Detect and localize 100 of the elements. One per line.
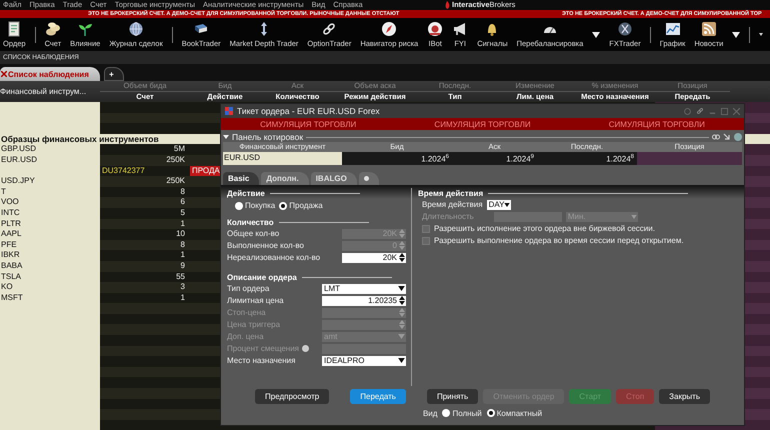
field-label: Место назначения (227, 356, 296, 366)
radio-option[interactable]: Компактный (486, 408, 542, 418)
group-title: Образцы финансовых инструментов (0, 134, 159, 144)
dialog-button[interactable]: Предпросмотр (255, 388, 330, 404)
table-cell: MSFT (0, 292, 100, 304)
dropdown-caret-icon[interactable] (732, 32, 740, 38)
field-label: Стоп-цена (227, 308, 266, 318)
sprout-icon (77, 21, 94, 37)
table-cell: GBP.USD (0, 144, 100, 155)
maximize-icon[interactable] (721, 108, 728, 114)
spinner-arrows-icon (399, 296, 405, 306)
field-label: Лимитная цена (227, 296, 284, 306)
close-icon[interactable] (733, 108, 740, 114)
spinner-arrows-icon (399, 253, 405, 262)
column-header[interactable]: Финансовый инструм... (0, 87, 100, 96)
table-cell-text: 10 (175, 229, 186, 240)
field-label: Общее кол-во (227, 229, 280, 238)
field-label: Длительность (422, 212, 474, 222)
table-cell-text: 5M (172, 144, 186, 155)
table-cell: 1.2024$^{6}$ (342, 152, 452, 165)
table-cell: EUR.USD (0, 154, 100, 166)
table-cell: EUR.USD (223, 152, 342, 165)
table-cell: INTC (0, 208, 100, 219)
table-cell: USD.JPY (0, 176, 100, 187)
table-cell: IBKR (0, 250, 100, 261)
link-icon[interactable] (712, 133, 720, 141)
table-cell: BABA (0, 260, 100, 272)
coins-icon (44, 21, 61, 37)
rss-icon (700, 21, 717, 37)
table-cell: PLTR (0, 218, 100, 230)
table-cell-text: 3 (180, 282, 186, 293)
radio-option[interactable]: Покупка (235, 201, 276, 210)
field-label: Нереализованное кол-во (227, 253, 320, 262)
spinner-field[interactable]: 20K (342, 252, 406, 263)
dialog-button[interactable]: Передать (350, 388, 406, 404)
table-cell: VOO (0, 197, 100, 208)
dot-icon (364, 176, 369, 181)
table-cell-text: 55 (175, 272, 186, 282)
dialog-button[interactable]: Принять (426, 388, 478, 404)
spinner-arrows-icon (399, 241, 405, 250)
checkbox-option[interactable]: Разрешить исполнение этого ордера вне биржевой сессии. (418, 222, 740, 235)
table-cell-text: 8 (180, 240, 186, 250)
spinner-arrows-icon (399, 320, 405, 330)
dialog-button[interactable]: Закрыть (659, 388, 710, 404)
table-cell-text: 5 (180, 208, 186, 219)
table-cell-text: DU3742377 (101, 166, 146, 176)
table-cell: AAPL (0, 229, 100, 240)
tab[interactable]: Дополн. (261, 172, 309, 185)
tab[interactable]: Список наблюдения (0, 67, 100, 81)
field-label: Процент смещения (227, 344, 310, 354)
close-icon[interactable] (1, 71, 7, 77)
input-field[interactable] (494, 212, 562, 222)
section-heading: Время действия (418, 188, 484, 198)
circle-icon[interactable] (684, 108, 691, 114)
tab[interactable]: + (104, 67, 124, 81)
simulation-label: СИМУЛЯЦИЯ ТОРГОВЛИ (260, 120, 356, 128)
help-icon[interactable] (734, 133, 742, 141)
line-chart-icon (664, 21, 681, 37)
spinner-field[interactable]: 1.20235 (322, 296, 406, 306)
field-label: Доп. цена (227, 332, 264, 342)
chain-link-icon[interactable] (696, 107, 704, 115)
info-dot-icon (302, 345, 310, 352)
checkbox-option[interactable]: Разрешить выполнение ордера во время сессии перед открытием. (418, 234, 740, 247)
field-label: Цена триггера (227, 320, 280, 330)
tab[interactable]: Basic (223, 172, 260, 185)
dropdown-field[interactable]: DAY (486, 200, 512, 210)
compass-icon (381, 21, 398, 37)
table-cell-text: 1 (180, 218, 186, 230)
dropdown-field[interactable]: IDEALPRO (322, 356, 406, 366)
collapse-triangle-icon[interactable] (223, 134, 229, 140)
spinner-arrows-icon (399, 308, 405, 318)
dropdown-caret-icon[interactable] (759, 33, 764, 36)
tab[interactable]: IBALGO (310, 172, 357, 185)
table-cell-text: 9 (180, 260, 186, 272)
simulation-label: СИМУЛЯЦИЯ ТОРГОВЛИ (608, 120, 705, 128)
table-cell-text: 8 (180, 186, 186, 198)
simulation-label: СИМУЛЯЦИЯ ТОРГОВЛИ (434, 120, 531, 128)
arrow-icon[interactable] (723, 133, 731, 141)
table-cell-text: 1 (180, 292, 186, 304)
table-cell: T (0, 186, 100, 198)
table-cell-text: 250K (165, 154, 186, 166)
table-cell-text: 250K (165, 176, 186, 187)
table-cell-text: 6 (180, 197, 186, 208)
section-heading: Количество (227, 218, 274, 227)
flame-logo-icon (445, 1, 450, 9)
document-icon (6, 21, 22, 37)
field-label: Выполненное кол-во (227, 241, 304, 250)
section-heading: Действие (227, 188, 265, 198)
table-cell: TSLA (0, 272, 100, 282)
dropdown-field[interactable]: LMT (322, 284, 406, 294)
tab[interactable] (358, 172, 379, 185)
radio-option[interactable]: Продажа (279, 201, 323, 210)
table-cell: 1.2024$^{8}$ (537, 152, 637, 165)
panel-title: Панель котировок (232, 132, 304, 142)
dropdown-caret-icon[interactable] (592, 32, 600, 38)
grid-app-icon (225, 107, 233, 115)
window-title: Тикет ордера - EUR EUR.USD Forex (237, 106, 380, 116)
field-label: Тип ордера (227, 284, 270, 294)
radio-option[interactable]: Полный (442, 408, 482, 418)
spinner-arrows-icon (399, 229, 405, 238)
